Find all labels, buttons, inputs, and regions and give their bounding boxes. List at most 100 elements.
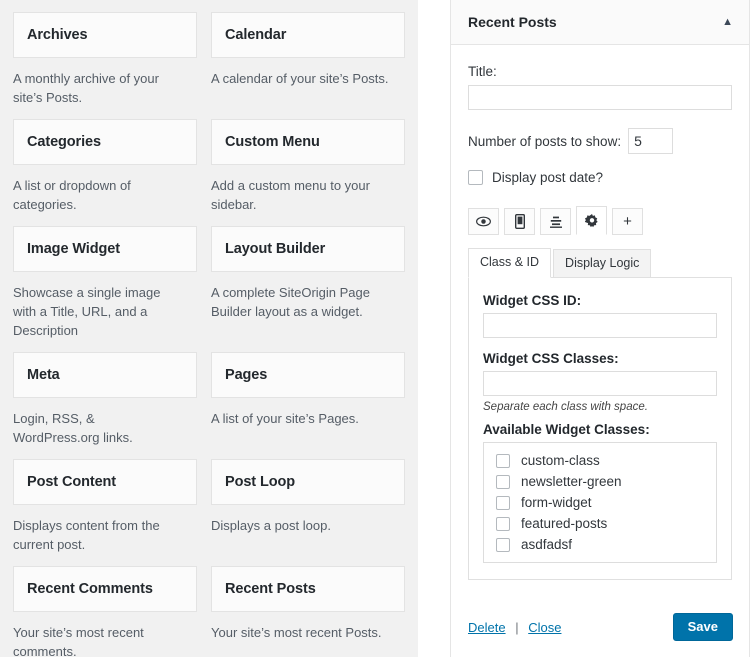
widget-card[interactable]: Post Content [13, 459, 197, 505]
widget-manager-screen: Archives A monthly archive of your site’s… [0, 0, 750, 657]
widget-form-title: Recent Posts [468, 14, 557, 30]
settings-subtabs: Class & ID Display Logic [468, 248, 732, 278]
subtab-display-logic[interactable]: Display Logic [553, 249, 651, 278]
css-classes-hint: Separate each class with space. [483, 401, 717, 413]
widget-card[interactable]: Recent Posts [211, 566, 405, 612]
widget-card-title: Post Loop [225, 474, 295, 490]
widget-card-description: A list of your site’s Pages. [211, 398, 405, 451]
mobile-icon [515, 214, 525, 229]
widget-card[interactable]: Custom Menu [211, 119, 405, 165]
class-and-id-panel: Widget CSS ID: Widget CSS Classes: Separ… [468, 277, 732, 580]
display-post-date-checkbox[interactable] [468, 170, 483, 185]
widget-chooser-item: Recent CommentsYour site’s most recent c… [13, 566, 209, 657]
display-post-date-row[interactable]: Display post date? [468, 170, 732, 185]
available-class-item[interactable]: asdfadsf [484, 534, 716, 555]
align-icon [549, 216, 563, 228]
widget-form-header[interactable]: Recent Posts ▲ [451, 0, 749, 45]
widget-card[interactable]: Post Loop [211, 459, 405, 505]
widget-card-title: Meta [27, 367, 60, 383]
widget-grid: Archives A monthly archive of your site’s… [13, 12, 405, 657]
widget-chooser-item: Custom Menu Add a custom menu to your sid… [209, 119, 405, 226]
widget-chooser-item: Meta Login, RSS, & WordPress.org links. [13, 352, 209, 459]
widget-card-title: Recent Comments [27, 581, 153, 597]
available-class-checkbox[interactable] [496, 538, 510, 552]
widget-card[interactable]: Pages [211, 352, 405, 398]
widget-card-description: Showcase a single image with a Title, UR… [13, 272, 197, 352]
number-of-posts-input[interactable] [628, 128, 673, 154]
available-class-item[interactable]: custom-class [484, 450, 716, 471]
widget-card[interactable]: Categories [13, 119, 197, 165]
widget-card-description: A complete SiteOrigin Page Builder layou… [211, 272, 405, 333]
save-button[interactable]: Save [673, 613, 733, 641]
widget-css-classes-input[interactable] [483, 371, 717, 396]
number-of-posts-label: Number of posts to show: [468, 134, 621, 149]
widget-chooser-item: CalendarA calendar of your site’s Posts. [209, 12, 405, 119]
widget-card[interactable]: Layout Builder [211, 226, 405, 272]
widget-chooser-item: Archives A monthly archive of your site’s… [13, 12, 209, 119]
widget-card-title: Pages [225, 367, 267, 383]
widget-chooser-item: Categories A list or dropdown of categori… [13, 119, 209, 226]
available-class-item[interactable]: featured-posts [484, 513, 716, 534]
widget-card[interactable]: Calendar [211, 12, 405, 58]
widget-card-title: Post Content [27, 474, 116, 490]
available-class-checkbox[interactable] [496, 454, 510, 468]
widget-chooser-item: Image Widget Showcase a single image with… [13, 226, 209, 352]
widget-chooser-item: Post Loop Displays a post loop. [209, 459, 405, 566]
widget-form-body: Title: Number of posts to show: Display … [451, 45, 749, 599]
widget-card-description: Displays content from the current post. [13, 505, 197, 566]
widget-card-title: Custom Menu [225, 134, 320, 150]
widget-card-description: Add a custom menu to your sidebar. [211, 165, 405, 226]
widget-icon-tabstrip: + [468, 206, 732, 235]
available-class-item[interactable]: form-widget [484, 492, 716, 513]
widget-card[interactable]: Archives [13, 12, 197, 58]
title-input[interactable] [468, 85, 732, 110]
available-widget-classes-label: Available Widget Classes: [483, 422, 717, 437]
widget-card-description: Your site’s most recent Posts. [211, 612, 405, 657]
available-class-checkbox[interactable] [496, 475, 510, 489]
widget-card[interactable]: Recent Comments [13, 566, 197, 612]
widget-card[interactable]: Meta [13, 352, 197, 398]
available-class-label: form-widget [521, 495, 592, 510]
footer-separator: | [515, 620, 518, 635]
widget-card-title: Archives [27, 27, 87, 43]
widget-card-title: Image Widget [27, 241, 120, 257]
delete-link[interactable]: Delete [468, 620, 506, 635]
plus-icon: + [623, 214, 632, 229]
widget-card-title: Recent Posts [225, 581, 316, 597]
tab-align[interactable] [540, 208, 571, 235]
widget-card-description: A list or dropdown of categories. [13, 165, 197, 226]
chevron-up-icon[interactable]: ▲ [722, 17, 733, 28]
widget-card-description: A monthly archive of your site’s Posts. [13, 58, 197, 119]
widget-chooser-item: Layout Builder A complete SiteOrigin Page… [209, 226, 405, 352]
footer-links: Delete | Close [468, 620, 561, 635]
available-class-item[interactable]: newsletter-green [484, 471, 716, 492]
widget-card[interactable]: Image Widget [13, 226, 197, 272]
tab-preview[interactable] [468, 208, 499, 235]
tab-settings[interactable] [576, 206, 607, 235]
available-class-label: featured-posts [521, 516, 607, 531]
subtab-class-and-id[interactable]: Class & ID [468, 248, 551, 278]
widget-form-footer: Delete | Close Save [451, 599, 749, 657]
widget-css-id-input[interactable] [483, 313, 717, 338]
tab-mobile[interactable] [504, 208, 535, 235]
gear-icon [585, 214, 599, 228]
widget-chooser-item: Post Content Displays content from the cu… [13, 459, 209, 566]
widget-card-title: Categories [27, 134, 101, 150]
available-class-checkbox[interactable] [496, 517, 510, 531]
available-widgets-panel: Archives A monthly archive of your site’s… [0, 0, 418, 657]
display-post-date-label: Display post date? [492, 170, 603, 185]
widget-card-description: Displays a post loop. [211, 505, 405, 558]
title-field-label: Title: [468, 64, 732, 79]
tab-add[interactable]: + [612, 208, 643, 235]
widget-card-description: Login, RSS, & WordPress.org links. [13, 398, 197, 459]
available-class-checkbox[interactable] [496, 496, 510, 510]
available-class-label: newsletter-green [521, 474, 622, 489]
panel-gutter [418, 0, 450, 657]
widget-card-title: Layout Builder [225, 241, 325, 257]
eye-icon [476, 216, 491, 227]
close-link[interactable]: Close [528, 620, 561, 635]
available-classes-list: custom-class newsletter-green form-widget f… [483, 442, 717, 563]
available-class-label: custom-class [521, 453, 600, 468]
available-class-label: asdfadsf [521, 537, 572, 552]
number-of-posts-row: Number of posts to show: [468, 128, 732, 154]
